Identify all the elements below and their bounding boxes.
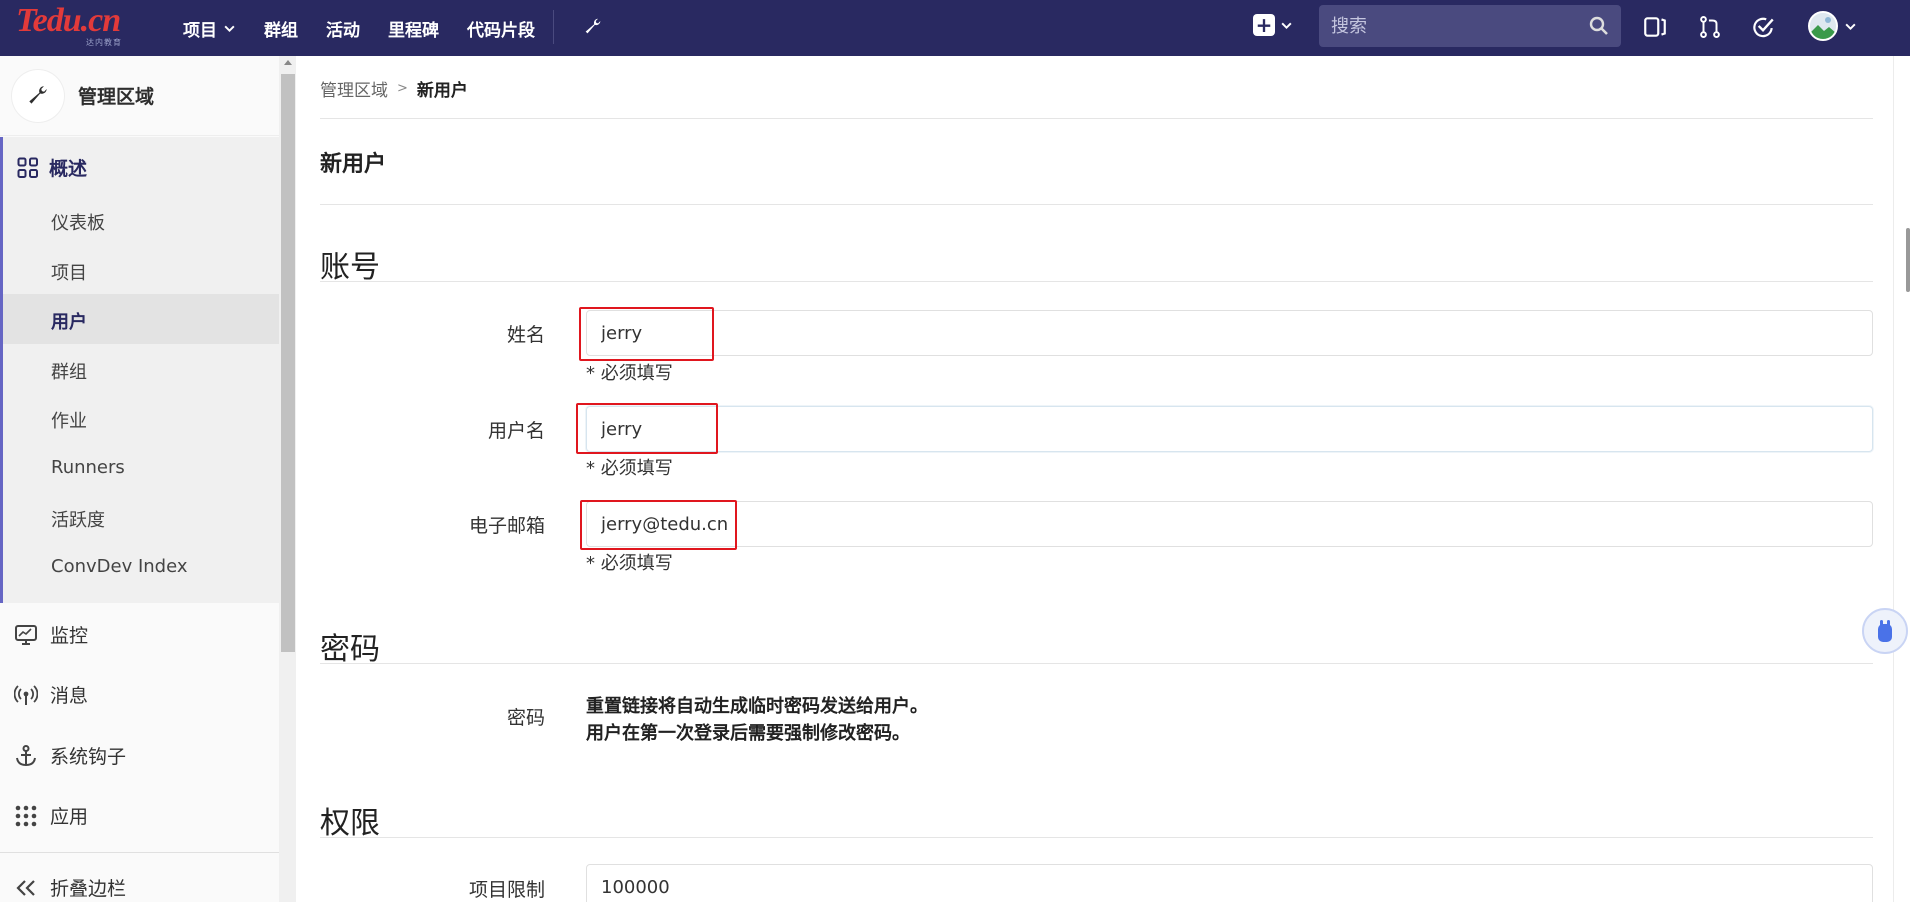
breadcrumb-separator-icon: > bbox=[397, 81, 408, 96]
project-limit-label: 项目限制 bbox=[468, 879, 545, 901]
password-note-line1: 重置链接将自动生成临时密码发送给用户。 bbox=[586, 696, 928, 717]
nav-projects[interactable]: 项目 bbox=[183, 16, 236, 41]
name-label: 姓名 bbox=[506, 324, 545, 346]
sidebar-subitem-users[interactable]: 用户 bbox=[51, 308, 87, 334]
nav-links: 项目 群组 活动 里程碑 代码片段 bbox=[183, 0, 563, 56]
sidebar-toggle-icon[interactable] bbox=[1642, 14, 1668, 40]
username-required-hint: * 必须填写 bbox=[586, 458, 673, 479]
plus-icon: + bbox=[1253, 14, 1275, 36]
scroll-up-arrow-icon[interactable] bbox=[284, 60, 292, 65]
sidebar-item-system-hooks[interactable]: 系统钩子 bbox=[14, 742, 126, 769]
sidebar-subitem-convdev[interactable]: ConvDev Index bbox=[51, 556, 188, 577]
divider bbox=[320, 281, 1873, 282]
top-navbar: Tedu.cn 达内教育 项目 群组 活动 里程碑 代码片段 + bbox=[0, 0, 1910, 56]
email-required-hint: * 必须填写 bbox=[586, 553, 673, 574]
breadcrumb: 管理区域 > 新用户 bbox=[320, 76, 468, 101]
assistant-icon bbox=[1878, 620, 1892, 642]
sidebar-item-messages-label: 消息 bbox=[50, 685, 89, 707]
new-dropdown-button[interactable]: + bbox=[1253, 14, 1293, 36]
password-note-line2: 用户在第一次登录后需要强制修改密码。 bbox=[586, 723, 910, 744]
username-input[interactable] bbox=[586, 406, 1873, 452]
sidebar-subitem-activity[interactable]: 活跃度 bbox=[51, 506, 105, 532]
admin-wrench-icon bbox=[12, 69, 64, 122]
username-label: 用户名 bbox=[487, 420, 545, 442]
sidebar-subitem-dashboard[interactable]: 仪表板 bbox=[51, 209, 105, 235]
email-label: 电子邮箱 bbox=[468, 515, 545, 537]
nav-snippets[interactable]: 代码片段 bbox=[467, 16, 535, 41]
nav-groups[interactable]: 群组 bbox=[264, 16, 298, 41]
broadcast-icon bbox=[14, 684, 38, 705]
search-box bbox=[1319, 5, 1621, 47]
sidebar-item-monitoring[interactable]: 监控 bbox=[14, 621, 88, 648]
sidebar-subitem-groups[interactable]: 群组 bbox=[51, 358, 87, 384]
nav-activity[interactable]: 活动 bbox=[326, 16, 360, 41]
nav-projects-label: 项目 bbox=[183, 20, 217, 41]
logo-subtitle: 达内教育 bbox=[86, 38, 122, 47]
sidebar-subitem-runners[interactable]: Runners bbox=[51, 457, 125, 478]
breadcrumb-current: 新用户 bbox=[416, 81, 468, 101]
sidebar-header-title: 管理区域 bbox=[78, 86, 155, 108]
sidebar-divider bbox=[0, 852, 279, 853]
section-title-password: 密码 bbox=[320, 632, 380, 667]
main-scrollbar-track[interactable] bbox=[1893, 56, 1910, 902]
project-limit-input[interactable] bbox=[586, 864, 1873, 902]
page-title: 新用户 bbox=[320, 152, 387, 177]
divider bbox=[320, 204, 1873, 205]
grid-icon bbox=[17, 157, 38, 178]
search-input[interactable] bbox=[1331, 15, 1571, 37]
name-required-hint: * 必须填写 bbox=[586, 363, 673, 384]
sidebar-section-overview: 概述 仪表板 项目 用户 群组 作业 Runners 活跃度 ConvDev I… bbox=[0, 137, 279, 603]
sidebar-subitem-jobs[interactable]: 作业 bbox=[51, 407, 87, 433]
chevron-down-icon[interactable] bbox=[1844, 20, 1857, 33]
chevron-down-icon bbox=[224, 25, 235, 32]
sidebar-subitem-projects[interactable]: 项目 bbox=[51, 259, 87, 285]
double-chevron-left-icon bbox=[16, 879, 35, 896]
password-note: 重置链接将自动生成临时密码发送给用户。 用户在第一次登录后需要强制修改密码。 bbox=[586, 693, 928, 747]
logo[interactable]: Tedu.cn 达内教育 bbox=[16, 2, 141, 48]
section-title-permissions: 权限 bbox=[320, 806, 380, 841]
sidebar-scrollbar-thumb[interactable] bbox=[281, 74, 295, 652]
main-content: 管理区域 > 新用户 新用户 账号 姓名 * 必须填写 用户名 * 必须填写 电… bbox=[320, 56, 1873, 902]
name-input[interactable] bbox=[586, 310, 1873, 356]
collapse-sidebar-button[interactable]: 折叠边栏 bbox=[14, 874, 126, 901]
breadcrumb-admin-link[interactable]: 管理区域 bbox=[320, 76, 388, 101]
sidebar-item-applications-label: 应用 bbox=[50, 806, 89, 828]
nav-milestones[interactable]: 里程碑 bbox=[388, 16, 439, 41]
anchor-icon bbox=[16, 744, 36, 766]
avatar-image-icon bbox=[1810, 13, 1836, 39]
sidebar-item-system-hooks-label: 系统钩子 bbox=[50, 746, 127, 768]
sidebar-item-applications[interactable]: 应用 bbox=[14, 802, 88, 829]
search-icon[interactable] bbox=[1589, 16, 1609, 36]
user-avatar[interactable] bbox=[1808, 11, 1838, 41]
merge-request-icon[interactable] bbox=[1697, 14, 1723, 40]
sidebar-item-monitoring-label: 监控 bbox=[50, 625, 89, 647]
admin-wrench-icon[interactable] bbox=[582, 14, 604, 40]
sidebar-header[interactable]: 管理区域 bbox=[0, 56, 279, 136]
sidebar-item-overview-label: 概述 bbox=[49, 158, 88, 180]
main-scrollbar-thumb[interactable] bbox=[1906, 228, 1910, 292]
active-item-highlight bbox=[3, 294, 279, 344]
nav-divider bbox=[553, 10, 554, 44]
sidebar-item-overview[interactable]: 概述 bbox=[17, 154, 87, 181]
email-input[interactable] bbox=[586, 501, 1873, 547]
divider bbox=[320, 118, 1873, 119]
password-label: 密码 bbox=[506, 707, 545, 729]
apps-grid-icon bbox=[15, 805, 37, 826]
monitor-icon bbox=[15, 624, 37, 645]
floating-assistant-button[interactable] bbox=[1862, 608, 1908, 654]
divider bbox=[320, 837, 1873, 838]
chevron-down-icon bbox=[1281, 22, 1292, 29]
logo-text: Tedu.cn bbox=[16, 2, 121, 39]
sidebar-item-messages[interactable]: 消息 bbox=[14, 681, 88, 708]
todo-check-icon[interactable] bbox=[1750, 14, 1776, 40]
divider bbox=[320, 663, 1873, 664]
collapse-sidebar-label: 折叠边栏 bbox=[50, 878, 127, 900]
section-title-account: 账号 bbox=[320, 250, 380, 285]
